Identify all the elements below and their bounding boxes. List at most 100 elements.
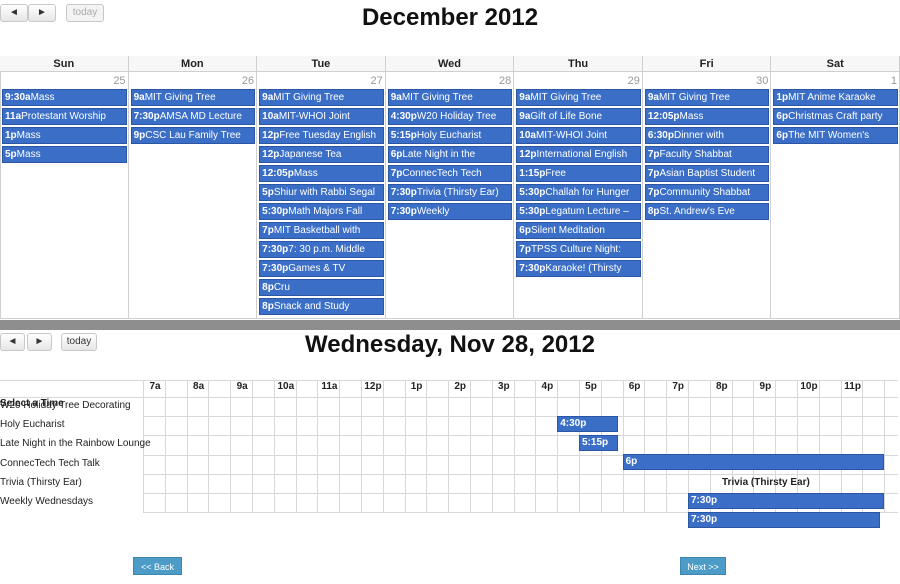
calendar-event[interactable]: 6pThe MIT Women's (773, 127, 898, 144)
calendar-event[interactable]: 8pSnack and Study (259, 298, 384, 315)
calendar-event[interactable]: 5pShiur with Rabbi Segal (259, 184, 384, 201)
event-time: 1:15p (519, 168, 546, 179)
calendar-event[interactable]: 8pSt. Andrew's Eve (644, 203, 770, 220)
calendar-event[interactable]: 7pCommunity Shabbat (644, 184, 770, 201)
hour-label: 11p (844, 381, 861, 392)
calendar-event[interactable]: 7pAsian Baptist Student (644, 165, 770, 182)
calendar-event[interactable]: 9aGift of Life Bone (516, 108, 641, 125)
event-time: 7:30p (390, 187, 417, 198)
event-time: 1p (776, 92, 789, 103)
event-time: 12:05p (262, 168, 294, 179)
event-title: ConnecTech Tech (402, 168, 482, 179)
event-title: Weekly (416, 206, 450, 217)
event-time: 6p (519, 225, 531, 236)
event-time: 7p (647, 149, 660, 160)
calendar-event[interactable]: 9pCSC Lau Family Tree (130, 127, 256, 144)
event-time: 1p (5, 130, 17, 141)
calendar-event[interactable]: 6pLate Night in the (387, 146, 513, 163)
calendar-event[interactable]: 9aMIT Giving Tree (130, 89, 256, 106)
calendar-event[interactable]: 4:30pW20 Holiday Tree (387, 108, 513, 125)
calendar-event[interactable]: 12pFree Tuesday English (259, 127, 384, 144)
calendar-event[interactable]: 7pMIT Basketball with (259, 222, 384, 239)
event-time: 5:30p (262, 206, 289, 217)
calendar-event[interactable]: 9aMIT Giving Tree (516, 89, 641, 106)
event-time: 5:30p (519, 206, 546, 217)
calendar-event[interactable]: 6pChristmas Craft party (773, 108, 898, 125)
calendar-event[interactable]: 10aMIT-WHOI Joint (516, 127, 641, 144)
event-title: MIT Giving Tree (144, 92, 216, 103)
calendar-event[interactable]: 5:30pLegatum Lecture – (516, 203, 641, 220)
event-title: Karaoke! (Thirsty (545, 263, 622, 274)
hour-label: 12p (364, 381, 382, 392)
timeline-rowline (143, 435, 899, 437)
hour-label: 7p (672, 381, 685, 392)
event-title: St. Andrew's Eve (659, 206, 735, 217)
event-title: Mass (293, 168, 318, 179)
timeline-rowline (143, 416, 899, 418)
calendar-event[interactable]: 7:30pGames & TV (259, 260, 384, 277)
calendar-event[interactable]: 1pMass (2, 127, 127, 144)
timeline-row-label: Trivia (Thirsty Ear) (0, 476, 82, 488)
calendar-event[interactable]: 7:30p7: 30 p.m. Middle (259, 241, 384, 258)
calendar-event[interactable]: 9:30aMass (2, 89, 127, 106)
event-time: 7:30p (519, 263, 546, 274)
back-button[interactable]: << Back (133, 557, 182, 575)
calendar-event[interactable]: 1pMIT Anime Karaoke (773, 89, 898, 106)
event-title: MIT-WHOI Joint (535, 130, 608, 141)
calendar-event[interactable]: 8pCru (259, 279, 384, 296)
day-number: 1 (890, 75, 897, 87)
calendar-event[interactable]: 7pConnecTech Tech (387, 165, 513, 182)
calendar-event[interactable]: 7:30pKaraoke! (Thirsty (516, 260, 641, 277)
event-time: 8p (262, 301, 274, 312)
calendar-event[interactable]: 5:15pHoly Eucharist (387, 127, 513, 144)
event-title: Protestant Worship (21, 111, 106, 122)
event-title: Free (545, 168, 566, 179)
event-title: MIT Giving Tree (530, 92, 602, 103)
event-title: Games & TV (288, 263, 346, 274)
calendar-event[interactable]: 9aMIT Giving Tree (644, 89, 770, 106)
calendar-event[interactable]: 11aProtestant Worship (2, 108, 127, 125)
timeline-event-bar[interactable]: 7:30p (688, 492, 885, 509)
event-time: 9a (133, 92, 145, 103)
next-page-button[interactable]: Next >> (680, 557, 726, 575)
calendar-event[interactable]: 5pMass (2, 146, 127, 163)
calendar-event[interactable]: 7:30pAMSA MD Lecture (130, 108, 256, 125)
weekday-header-sun: Sun (0, 56, 129, 72)
event-title: Mass (16, 149, 41, 160)
event-time: 7:30p (262, 263, 289, 274)
timeline-event-label[interactable]: Trivia (Thirsty Ear) (722, 477, 810, 488)
calendar-event[interactable]: 7:30pWeekly (387, 203, 513, 220)
calendar-event[interactable]: 12pInternational English (516, 146, 641, 163)
timeline-event-bar[interactable]: 6p (622, 454, 885, 471)
hour-label: 1p (410, 381, 423, 392)
calendar-event[interactable]: 12pJapanese Tea (259, 146, 384, 163)
event-title: W20 Holiday Tree (416, 111, 497, 122)
hour-label: 6p (628, 381, 641, 392)
calendar-event[interactable]: 1:15pFree (516, 165, 641, 182)
event-title: Snack and Study (273, 301, 350, 312)
event-title: Shiur with Rabbi Segal (273, 187, 375, 198)
calendar-event[interactable]: 7:30pTrivia (Thirsty Ear) (387, 184, 513, 201)
calendar-event[interactable]: 5:30pMath Majors Fall (259, 203, 384, 220)
event-time: 7:30p (262, 244, 289, 255)
calendar-event[interactable]: 6:30pDinner with (644, 127, 770, 144)
calendar-event[interactable]: 5:30pChallah for Hunger (516, 184, 641, 201)
calendar-event[interactable]: 10aMIT-WHOI Joint (259, 108, 384, 125)
calendar-event[interactable]: 12:05pMass (644, 108, 770, 125)
event-time: 7p (262, 225, 274, 236)
timeline-row-label: ConnecTech Tech Talk (0, 457, 100, 469)
calendar-event[interactable]: 12:05pMass (259, 165, 384, 182)
calendar-event[interactable]: 9aMIT Giving Tree (387, 89, 513, 106)
event-time: 7p (647, 187, 660, 198)
event-time: 6:30p (647, 130, 674, 141)
timeline-event-bar[interactable]: 4:30p (557, 416, 619, 432)
calendar-event[interactable]: 7pFaculty Shabbat (644, 146, 770, 163)
hour-label: 2p (454, 381, 467, 392)
event-time: 12p (519, 149, 537, 160)
calendar-event[interactable]: 7pTPSS Culture Night: (516, 241, 641, 258)
timeline-event-bar[interactable]: 5:15p (579, 435, 619, 452)
day-number: 28 (499, 75, 512, 87)
calendar-event[interactable]: 6pSilent Meditation (516, 222, 641, 239)
timeline-event-bar[interactable]: 7:30p (688, 512, 880, 528)
calendar-event[interactable]: 9aMIT Giving Tree (259, 89, 384, 106)
